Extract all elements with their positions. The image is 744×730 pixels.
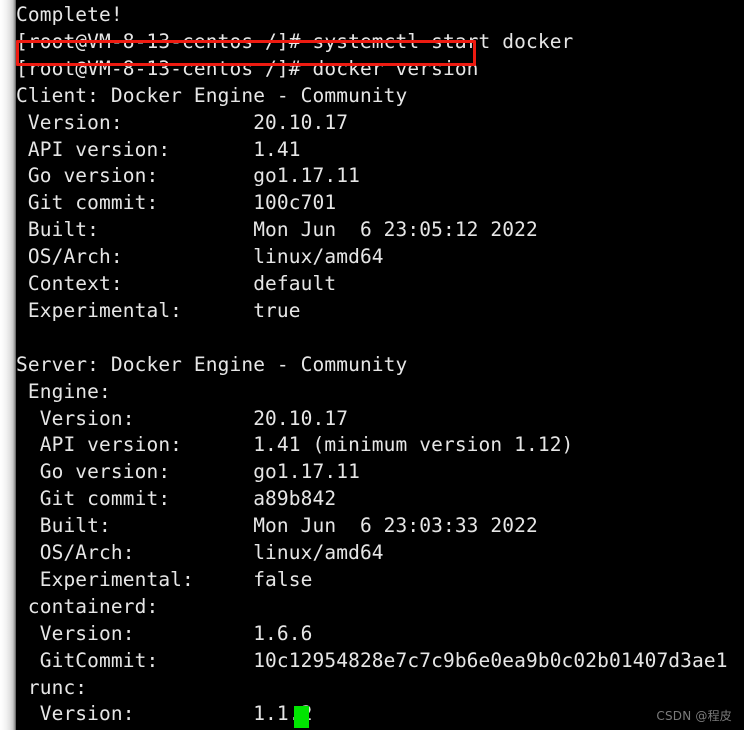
terminal-line: Go version: go1.17.11 bbox=[16, 460, 360, 484]
terminal-line: Go version: go1.17.11 bbox=[16, 164, 360, 188]
terminal-line: [root@VM-8-13-centos /]# docker version bbox=[16, 56, 479, 80]
terminal-line: Built: Mon Jun 6 23:05:12 2022 bbox=[16, 218, 538, 242]
terminal-line: Client: Docker Engine - Community bbox=[16, 83, 408, 107]
terminal-line: Experimental: true bbox=[16, 298, 301, 322]
terminal-line: API version: 1.41 bbox=[16, 137, 301, 161]
terminal-line: containerd: bbox=[16, 594, 159, 618]
terminal-line: Version: 1.1.2 bbox=[16, 702, 313, 726]
terminal-output-area[interactable]: Complete! [root@VM-8-13-centos /]# system… bbox=[16, 0, 744, 730]
terminal-line: runc: bbox=[16, 675, 88, 699]
terminal-line: Experimental: false bbox=[16, 567, 313, 591]
terminal-line: Version: 20.10.17 bbox=[16, 406, 349, 430]
terminal-line: [root@VM-8-13-centos /]# systemctl start… bbox=[16, 29, 574, 53]
terminal-line: Engine: bbox=[16, 379, 111, 403]
terminal-line: Complete! bbox=[16, 3, 123, 26]
terminal-cursor bbox=[294, 706, 309, 728]
terminal-screenshot: Complete! [root@VM-8-13-centos /]# system… bbox=[0, 0, 744, 730]
terminal-line: Git commit: a89b842 bbox=[16, 487, 337, 511]
terminal-line: GitCommit: 10c12954828e7c7c9b6e0ea9b0c02… bbox=[16, 648, 728, 672]
terminal-line: Server: Docker Engine - Community bbox=[16, 352, 408, 376]
terminal-line: Git commit: 100c701 bbox=[16, 191, 337, 215]
terminal-line: Version: 20.10.17 bbox=[16, 110, 349, 134]
terminal-line: OS/Arch: linux/amd64 bbox=[16, 245, 384, 269]
terminal-line: API version: 1.41 (minimum version 1.12) bbox=[16, 433, 574, 457]
window-edge-divider bbox=[15, 0, 16, 730]
terminal-line: Context: default bbox=[16, 272, 337, 295]
terminal-line: Built: Mon Jun 6 23:03:33 2022 bbox=[16, 514, 538, 538]
terminal-line: OS/Arch: linux/amd64 bbox=[16, 541, 384, 564]
window-left-edge-scrollbar[interactable] bbox=[0, 0, 15, 730]
terminal-line: Version: 1.6.6 bbox=[16, 621, 313, 645]
csdn-watermark: CSDN @程皮 bbox=[656, 709, 732, 723]
